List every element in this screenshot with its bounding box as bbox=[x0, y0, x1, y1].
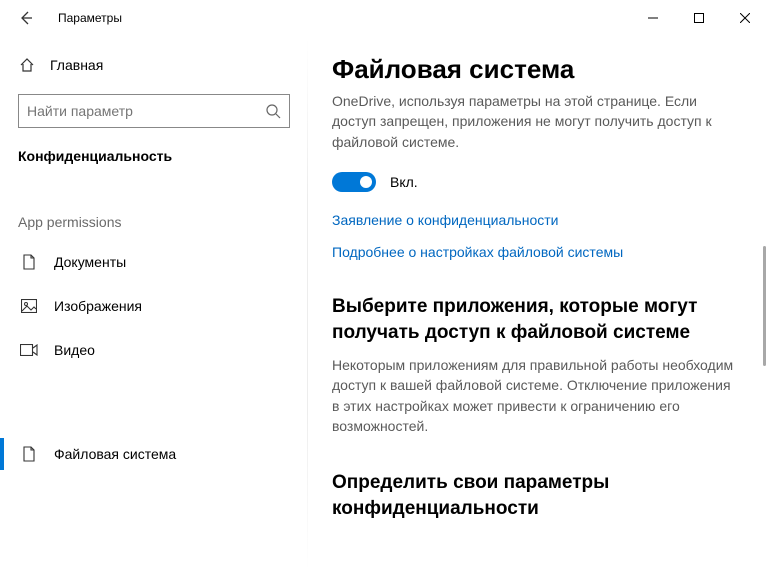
home-label: Главная bbox=[50, 57, 103, 73]
sidebar: Главная Конфиденциальность App permissio… bbox=[0, 36, 308, 572]
titlebar: Параметры bbox=[0, 0, 768, 36]
sidebar-item-documents[interactable]: Документы bbox=[18, 240, 290, 284]
home-icon bbox=[18, 57, 36, 73]
image-icon bbox=[20, 299, 38, 313]
sidebar-item-video[interactable]: Видео bbox=[18, 328, 290, 372]
close-icon bbox=[740, 13, 750, 23]
sidebar-item-label: Изображения bbox=[54, 298, 142, 314]
toggle-switch[interactable] bbox=[332, 172, 376, 192]
group-label: App permissions bbox=[18, 214, 290, 230]
section-heading-privacy: Определить свои параметры конфиденциальн… bbox=[332, 470, 738, 521]
window-title: Параметры bbox=[58, 11, 122, 25]
sidebar-item-filesystem[interactable]: Файловая система bbox=[18, 432, 290, 476]
page-title: Файловая система bbox=[332, 54, 738, 85]
arrow-left-icon bbox=[18, 10, 34, 26]
maximize-button[interactable] bbox=[676, 2, 722, 34]
minimize-button[interactable] bbox=[630, 2, 676, 34]
sidebar-item-images[interactable]: Изображения bbox=[18, 284, 290, 328]
toggle-knob bbox=[360, 176, 372, 188]
section-body-apps: Некоторым приложениям для правильной раб… bbox=[332, 355, 738, 436]
video-icon bbox=[20, 344, 38, 356]
maximize-icon bbox=[694, 13, 704, 23]
page-intro: OneDrive, используя параметры на этой ст… bbox=[332, 91, 738, 152]
main-content: Файловая система OneDrive, используя пар… bbox=[308, 36, 768, 572]
folder-icon bbox=[20, 446, 38, 462]
home-nav[interactable]: Главная bbox=[18, 46, 290, 84]
search-input[interactable] bbox=[27, 103, 265, 119]
back-button[interactable] bbox=[10, 2, 42, 34]
close-button[interactable] bbox=[722, 2, 768, 34]
sidebar-item-label: Документы bbox=[54, 254, 126, 270]
toggle-label: Вкл. bbox=[390, 174, 418, 190]
learn-more-link[interactable]: Подробнее о настройках файловой системы bbox=[332, 244, 738, 260]
category-label: Конфиденциальность bbox=[18, 148, 290, 164]
section-heading-apps: Выберите приложения, которые могут получ… bbox=[332, 294, 738, 345]
scrollbar[interactable] bbox=[763, 246, 766, 366]
minimize-icon bbox=[648, 13, 658, 23]
search-box[interactable] bbox=[18, 94, 290, 128]
search-icon bbox=[265, 103, 281, 119]
sidebar-item-label: Видео bbox=[54, 342, 95, 358]
sidebar-item-label: Файловая система bbox=[54, 446, 176, 462]
document-icon bbox=[20, 254, 38, 270]
privacy-statement-link[interactable]: Заявление о конфиденциальности bbox=[332, 212, 738, 228]
